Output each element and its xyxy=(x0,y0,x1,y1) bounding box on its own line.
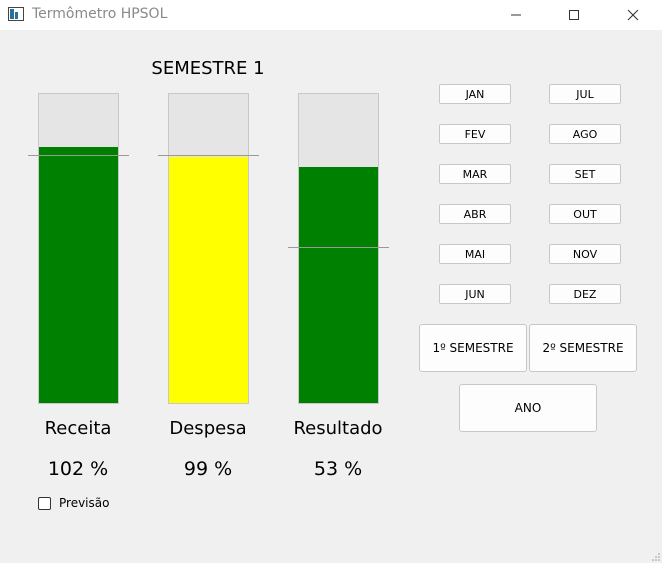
receita-percent: 102 % xyxy=(47,458,109,480)
month-button-dez[interactable]: DEZ xyxy=(549,284,621,304)
resultado-percent: 53 % xyxy=(313,458,363,480)
resultado-label: Resultado xyxy=(293,418,383,439)
month-button-nov[interactable]: NOV xyxy=(549,244,621,264)
window-title: Termômetro HPSOL xyxy=(32,6,168,22)
month-button-set[interactable]: SET xyxy=(549,164,621,184)
receita-bar-fill xyxy=(39,146,118,403)
resultado-target-marker xyxy=(288,246,389,248)
thermometer-app-icon xyxy=(8,7,24,21)
maximize-icon xyxy=(569,10,579,20)
semester-1-button[interactable]: 1º SEMESTRE xyxy=(419,324,527,372)
resultado-thermometer-bar xyxy=(298,93,379,404)
despesa-target-marker xyxy=(158,155,259,157)
month-button-fev[interactable]: FEV xyxy=(439,124,511,144)
previsao-label: Previsão xyxy=(59,496,110,510)
despesa-thermometer-bar xyxy=(168,93,249,404)
receita-thermometer-bar xyxy=(38,93,119,404)
month-button-ago[interactable]: AGO xyxy=(549,124,621,144)
resize-grip-icon[interactable] xyxy=(652,553,660,561)
semester-title: SEMESTRE 1 xyxy=(151,58,265,79)
receita-target-marker xyxy=(28,155,129,157)
month-button-out[interactable]: OUT xyxy=(549,204,621,224)
close-button[interactable] xyxy=(604,0,662,30)
title-bar[interactable]: Termômetro HPSOL xyxy=(0,0,662,30)
previsao-checkbox-row[interactable]: Previsão xyxy=(38,496,109,510)
despesa-label: Despesa xyxy=(169,418,247,439)
resultado-bar-fill xyxy=(299,166,378,403)
semester-2-button[interactable]: 2º SEMESTRE xyxy=(529,324,637,372)
month-button-jan[interactable]: JAN xyxy=(439,84,511,104)
month-button-jul[interactable]: JUL xyxy=(549,84,621,104)
month-button-mai[interactable]: MAI xyxy=(439,244,511,264)
despesa-percent: 99 % xyxy=(183,458,233,480)
maximize-button[interactable] xyxy=(545,0,603,30)
month-button-abr[interactable]: ABR xyxy=(439,204,511,224)
previsao-checkbox[interactable] xyxy=(38,496,51,510)
close-icon xyxy=(627,9,639,21)
receita-label: Receita xyxy=(44,418,112,439)
minimize-icon xyxy=(511,14,521,16)
month-button-mar[interactable]: MAR xyxy=(439,164,511,184)
despesa-bar-fill xyxy=(169,157,248,403)
year-button[interactable]: ANO xyxy=(459,384,597,432)
main-panel: SEMESTRE 1 Receita 102 % Despesa 99 % Re… xyxy=(0,30,662,563)
month-button-jun[interactable]: JUN xyxy=(439,284,511,304)
minimize-button[interactable] xyxy=(487,0,545,30)
